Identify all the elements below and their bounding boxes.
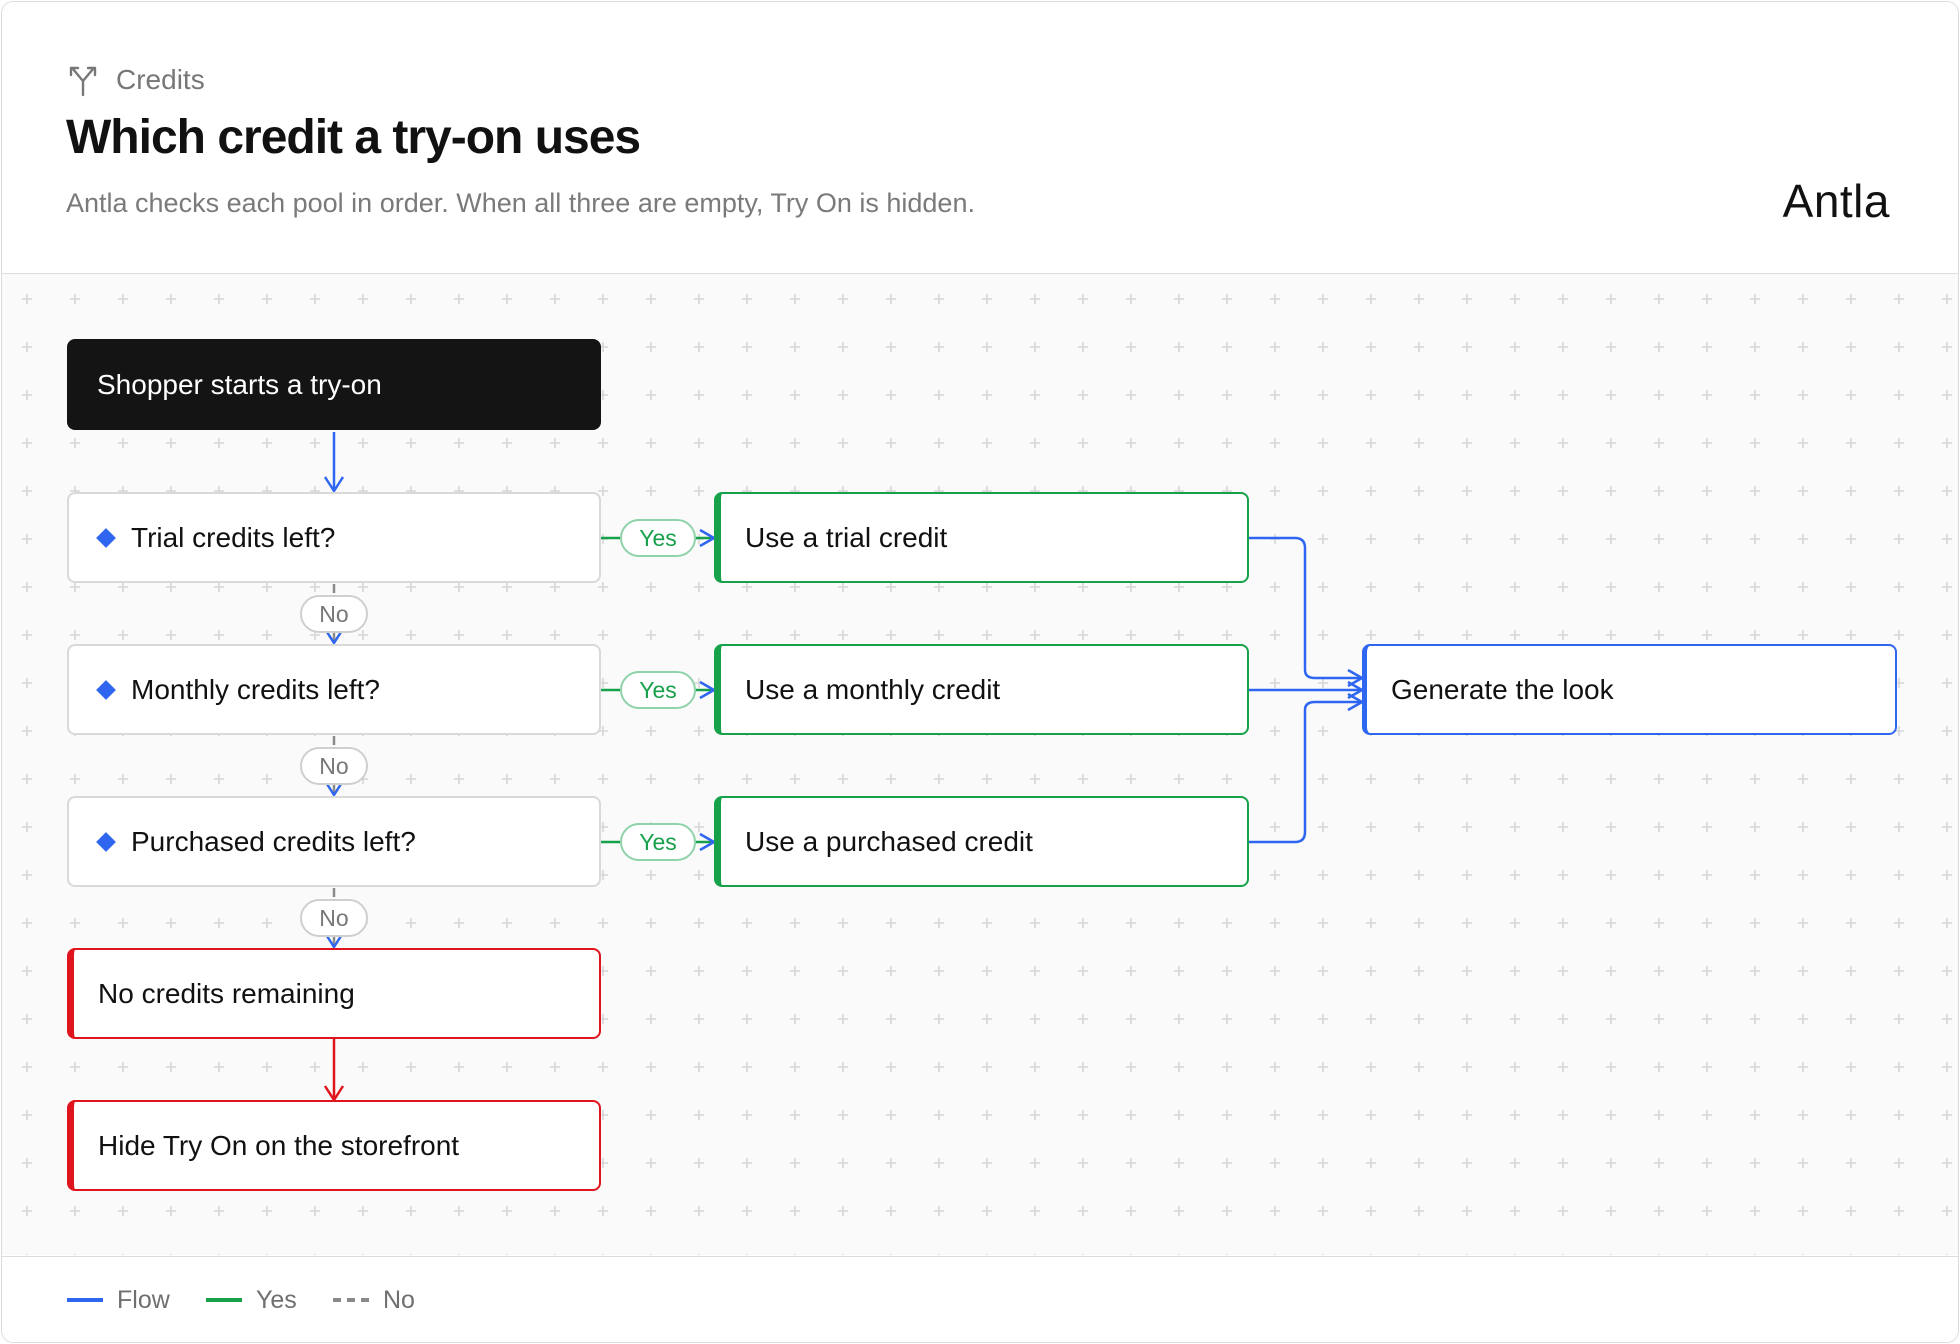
no-credits-label: No credits remaining	[98, 977, 355, 1009]
diamond-icon	[96, 679, 116, 700]
eyebrow-label: Credits	[116, 64, 205, 95]
diamond-icon	[96, 831, 116, 852]
legend-yes-swatch	[206, 1298, 242, 1302]
legend: Flow Yes No	[2, 1256, 1958, 1342]
decision-purchased-label: Purchased credits left?	[131, 825, 416, 857]
legend-item-flow: Flow	[67, 1257, 170, 1342]
use-monthly-label: Use a monthly credit	[745, 673, 1001, 705]
header: Credits Which credit a try-on uses Antla…	[2, 2, 1958, 274]
generate-look-label: Generate the look	[1391, 673, 1614, 705]
flow-canvas: Shopper starts a try-on Trial credits le…	[2, 274, 1958, 1255]
decision-purchased: Purchased credits left?	[67, 796, 601, 887]
no-pill-trial: No	[300, 595, 368, 633]
no-pill-monthly: No	[300, 747, 368, 785]
hide-try-on-label: Hide Try On on the storefront	[98, 1129, 460, 1161]
decision-trial-label: Trial credits left?	[131, 521, 336, 553]
no-credits-node: No credits remaining	[67, 948, 601, 1039]
eyebrow: Credits	[66, 62, 205, 98]
yes-pill-monthly: Yes	[620, 671, 696, 709]
use-purchased-label: Use a purchased credit	[745, 825, 1033, 857]
diamond-icon	[96, 527, 116, 548]
decision-monthly: Monthly credits left?	[67, 644, 601, 735]
diagram-card: Credits Which credit a try-on uses Antla…	[1, 1, 1959, 1343]
start-node: Shopper starts a try-on	[67, 339, 601, 430]
page-subtitle: Antla checks each pool in order. When al…	[66, 188, 975, 218]
legend-item-no: No	[333, 1257, 415, 1342]
legend-flow-swatch	[67, 1298, 103, 1302]
use-purchased-node: Use a purchased credit	[714, 796, 1249, 887]
legend-yes-label: Yes	[256, 1285, 297, 1314]
use-trial-label: Use a trial credit	[745, 521, 948, 553]
use-monthly-node: Use a monthly credit	[714, 644, 1249, 735]
brand-logo: Antla	[1782, 175, 1890, 227]
generate-look-node: Generate the look	[1362, 644, 1897, 735]
start-node-label: Shopper starts a try-on	[97, 368, 382, 400]
split-arrows-icon	[69, 66, 97, 97]
use-trial-node: Use a trial credit	[714, 492, 1249, 583]
decision-trial: Trial credits left?	[67, 492, 601, 583]
yes-pill-purchased: Yes	[620, 823, 696, 861]
legend-no-label: No	[383, 1285, 415, 1314]
legend-no-swatch	[333, 1298, 369, 1302]
legend-flow-label: Flow	[117, 1285, 170, 1314]
no-pill-purchased: No	[300, 899, 368, 937]
yes-pill-trial: Yes	[620, 519, 696, 557]
decision-monthly-label: Monthly credits left?	[131, 673, 380, 705]
hide-try-on-node: Hide Try On on the storefront	[67, 1100, 601, 1191]
page-title: Which credit a try-on uses	[66, 111, 641, 164]
legend-item-yes: Yes	[206, 1257, 297, 1342]
